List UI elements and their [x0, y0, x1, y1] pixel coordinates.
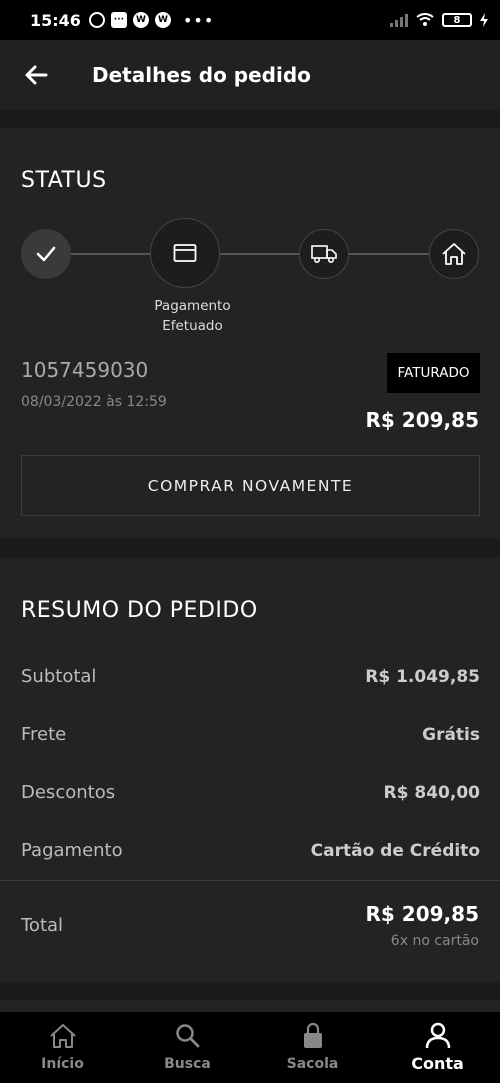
more-dots-icon: ••• — [182, 10, 215, 30]
battery-icon: 8 — [442, 13, 472, 27]
bag-icon — [303, 1022, 322, 1048]
summary-divider — [0, 880, 500, 881]
chat-icon: ··· — [110, 12, 127, 28]
app-icon: W — [154, 12, 171, 28]
installments-text: 6x no cartão — [390, 933, 479, 949]
nav-item-sacola[interactable]: Sacola — [250, 1012, 375, 1083]
order-total: R$ 209,85 — [365, 408, 479, 432]
page-title: Detalhes do pedido — [92, 63, 311, 87]
step-payment-label: Pagamento Efetuado — [135, 296, 250, 336]
step-shipping — [299, 229, 349, 279]
summary-value: R$ 1.049,85 — [365, 666, 480, 687]
truck-icon — [311, 245, 337, 264]
summary-row-discounts: Descontos R$ 840,00 — [21, 782, 480, 803]
nav-label: Conta — [411, 1054, 464, 1073]
status-time: 15:46 — [30, 10, 81, 30]
check-icon — [36, 246, 56, 262]
summary-value: Cartão de Crédito — [310, 840, 480, 861]
back-button[interactable] — [18, 57, 54, 93]
next-card-edge — [0, 1000, 500, 1012]
summary-row-shipping: Frete Grátis — [21, 724, 480, 745]
bottom-navigation: Início Busca Sacola Conta — [0, 1012, 500, 1083]
wifi-icon — [416, 13, 434, 26]
summary-row-payment: Pagamento Cartão de Crédito — [21, 840, 480, 861]
summary-section-title: RESUMO DO PEDIDO — [21, 598, 258, 623]
total-value: R$ 209,85 — [365, 902, 479, 926]
app-header: Detalhes do pedido — [0, 40, 500, 110]
arrow-left-icon — [25, 65, 48, 85]
user-icon — [425, 1022, 450, 1049]
step-label-line: Pagamento — [154, 298, 231, 314]
summary-label: Descontos — [21, 782, 116, 803]
status-progress-line — [46, 253, 454, 255]
charging-icon — [480, 13, 488, 27]
nav-label: Sacola — [286, 1056, 339, 1072]
order-number: 1057459030 — [21, 358, 149, 382]
signal-icon — [390, 13, 408, 27]
summary-value: R$ 840,00 — [383, 782, 480, 803]
step-label-line: Efetuado — [162, 318, 223, 334]
step-payment — [150, 218, 220, 288]
nav-item-inicio[interactable]: Início — [0, 1012, 125, 1083]
app-icon: W — [132, 12, 149, 28]
nav-item-busca[interactable]: Busca — [125, 1012, 250, 1083]
summary-value: Grátis — [422, 724, 480, 745]
summary-row-subtotal: Subtotal R$ 1.049,85 — [21, 666, 480, 687]
search-icon — [175, 1024, 199, 1048]
summary-label: Pagamento — [21, 840, 123, 861]
alarm-icon — [88, 12, 105, 28]
status-section-title: STATUS — [21, 168, 107, 193]
battery-level: 8 — [453, 14, 461, 26]
nav-label: Busca — [164, 1056, 211, 1072]
buy-again-button[interactable]: COMPRAR NOVAMENTE — [21, 455, 480, 516]
summary-label: Frete — [21, 724, 67, 745]
nav-item-conta[interactable]: Conta — [375, 1012, 500, 1083]
home-icon — [49, 1024, 76, 1048]
status-notification-icons: ··· W W ••• — [88, 10, 215, 30]
order-date: 08/03/2022 às 12:59 — [21, 394, 167, 410]
summary-label: Subtotal — [21, 666, 97, 687]
total-label: Total — [21, 915, 64, 936]
system-status-bar: 15:46 ··· W W ••• 8 — [0, 0, 500, 40]
step-delivered — [429, 229, 479, 279]
step-order-placed — [21, 229, 71, 279]
status-badge: FATURADO — [387, 353, 480, 393]
home-icon — [442, 243, 466, 265]
credit-card-icon — [173, 244, 197, 262]
nav-label: Início — [41, 1056, 84, 1072]
